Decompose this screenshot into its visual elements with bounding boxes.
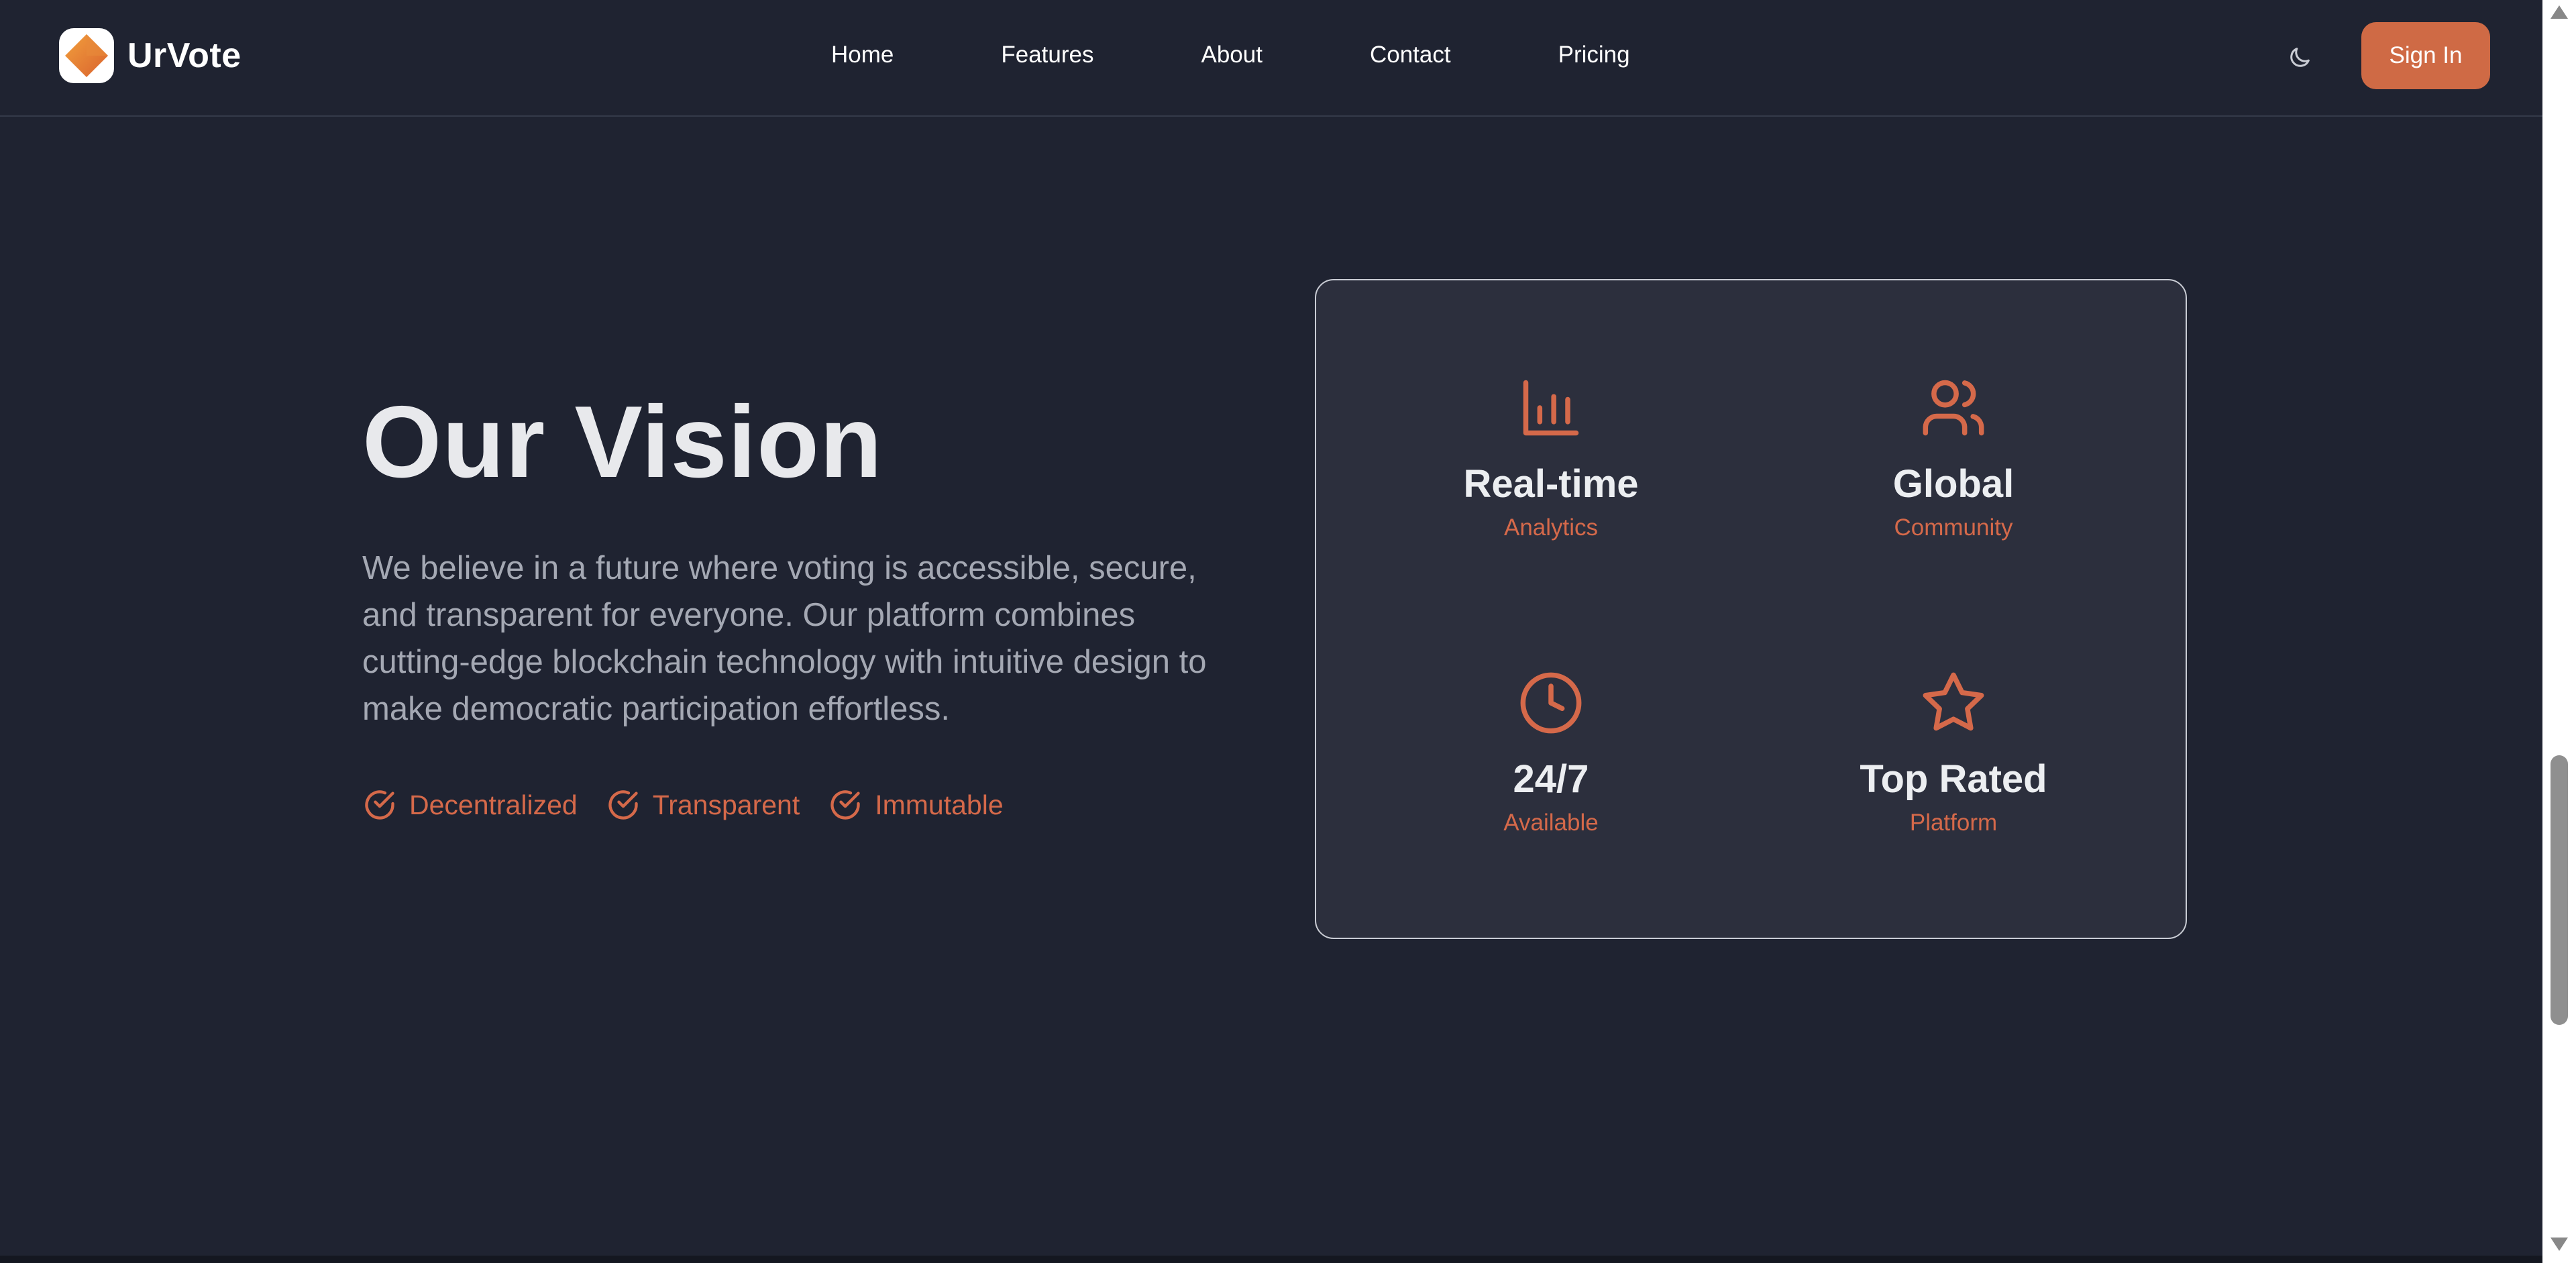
brand[interactable]: UrVote — [59, 28, 241, 83]
vertical-scrollbar[interactable] — [2542, 0, 2576, 1263]
badge-label: Immutable — [875, 789, 1004, 820]
check-circle-icon — [365, 790, 394, 820]
vision-title: Our Vision — [362, 385, 883, 499]
theme-toggle-button[interactable] — [2281, 39, 2318, 76]
nav-links: Home Features About Contact Pricing — [831, 0, 1630, 110]
feature-badges: Decentralized Transparent Immutable — [362, 787, 1032, 822]
brand-logo-icon — [59, 28, 114, 83]
brand-name: UrVote — [127, 36, 241, 75]
moon-icon — [2290, 48, 2310, 67]
check-circle-icon — [608, 790, 638, 820]
nav-link-pricing[interactable]: Pricing — [1558, 42, 1630, 68]
clock-icon — [1520, 672, 1582, 734]
sign-in-button[interactable]: Sign In — [2361, 22, 2490, 89]
page: UrVote Home Features About Contact Prici… — [0, 0, 2576, 1263]
bar-chart-icon — [1523, 380, 1579, 436]
stat-rating: Top Rated Platform — [1786, 669, 2121, 836]
stat-label: Community — [1894, 514, 2013, 541]
stat-label: Available — [1503, 810, 1599, 836]
window-bottom-edge — [0, 1256, 2542, 1263]
stats-card: Real-time Analytics Global Community 24/… — [1315, 279, 2187, 939]
stat-value: Global — [1892, 462, 2015, 506]
navbar: UrVote Home Features About Contact Prici… — [0, 0, 2542, 117]
stat-global: Global Community — [1786, 374, 2121, 541]
scroll-down-arrow-icon[interactable] — [2551, 1238, 2568, 1251]
nav-link-about[interactable]: About — [1201, 42, 1263, 68]
stat-value: Real-time — [1463, 462, 1639, 506]
scroll-thumb[interactable] — [2551, 755, 2568, 1025]
stat-realtime: Real-time Analytics — [1383, 374, 1719, 541]
stat-label: Platform — [1909, 810, 1998, 836]
check-circle-icon — [830, 790, 860, 820]
star-icon — [1923, 672, 1984, 731]
stat-value: Top Rated — [1860, 757, 2047, 801]
stat-availability: 24/7 Available — [1383, 669, 1719, 836]
badge-decentralized: Decentralized — [362, 787, 578, 822]
badge-transparent: Transparent — [606, 787, 800, 822]
scroll-up-arrow-icon[interactable] — [2551, 5, 2568, 19]
nav-link-contact[interactable]: Contact — [1370, 42, 1451, 68]
users-icon — [1923, 380, 1984, 436]
badge-label: Decentralized — [409, 789, 578, 820]
nav-link-features[interactable]: Features — [1001, 42, 1093, 68]
stat-label: Analytics — [1503, 514, 1599, 541]
badge-label: Transparent — [652, 789, 800, 820]
nav-link-home[interactable]: Home — [831, 42, 894, 68]
badge-immutable: Immutable — [828, 787, 1004, 822]
vision-description: We believe in a future where voting is a… — [362, 550, 1207, 727]
stat-value: 24/7 — [1513, 757, 1589, 801]
